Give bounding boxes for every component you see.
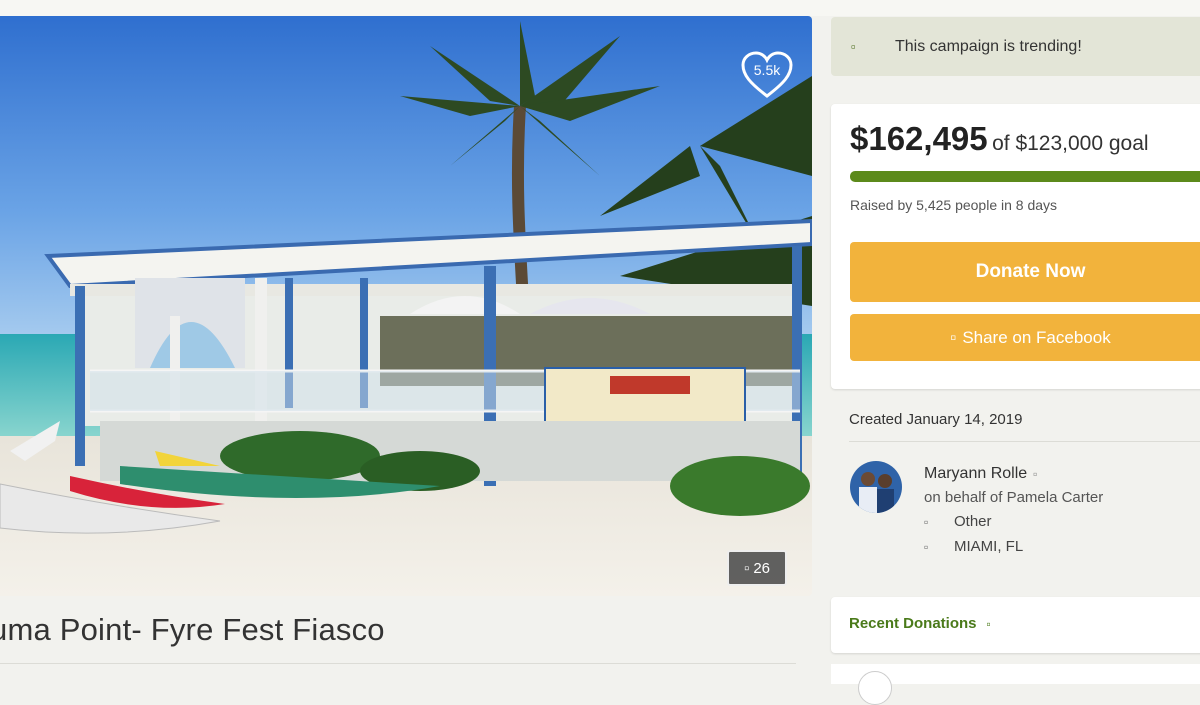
photo-gallery-button[interactable]: ▫ 26 [727,550,787,586]
organizer-name[interactable]: Maryann Rolle [924,465,1027,483]
recent-donations-title: Recent Donations [849,615,977,632]
campaign-photo[interactable]: 5.5k ▫ 26 [0,16,812,596]
trending-banner: ▫ This campaign is trending! [831,17,1200,76]
avatar-image [850,461,902,513]
progress-fill [850,171,1200,182]
campaign-title: uma Point- Fyre Fest Fiasco [0,612,385,647]
details-divider [849,441,1200,442]
top-strip [0,0,1200,16]
location-label: MIAMI, FL [954,538,1024,555]
amount-line: $162,495 of $123,000 goal [850,120,1149,158]
recent-donations-header[interactable]: Recent Donations ▫ [849,615,991,632]
map-pin-icon: ▫ [924,539,929,554]
favorite-count: 5.5k [753,62,781,78]
donor-avatar [858,671,892,705]
beach-bar-scene [0,16,812,596]
share-facebook-label: Share on Facebook [962,327,1111,347]
recent-donations-card: Recent Donations ▫ [831,597,1200,653]
favorite-button[interactable]: 5.5k [740,50,794,100]
trending-icon: ▫ [851,39,856,54]
organizer-name-row[interactable]: Maryann Rolle ▫ [924,465,1037,483]
facebook-icon: ▫ [950,327,957,347]
progress-bar [850,171,1200,182]
beneficiary-text: on behalf of Pamela Carter [924,489,1104,506]
created-date: Created January 14, 2019 [849,411,1023,428]
title-divider [0,663,796,664]
location-row: ▫ MIAMI, FL [924,538,1023,555]
donate-now-button[interactable]: Donate Now [850,242,1200,302]
category-label[interactable]: Other [954,513,992,530]
info-icon[interactable]: ▫ [987,617,991,631]
share-facebook-button[interactable]: ▫ Share on Facebook [850,314,1200,361]
organizer-avatar[interactable] [850,461,902,513]
contact-icon[interactable]: ▫ [1033,467,1037,481]
raised-amount: $162,495 [850,120,988,157]
tag-icon: ▫ [924,514,929,529]
camera-icon: ▫ [743,559,750,577]
category-row: ▫ Other [924,513,992,530]
trending-text: This campaign is trending! [895,37,1082,55]
photo-count-label: 26 [753,559,770,577]
raised-by-text: Raised by 5,425 people in 8 days [850,197,1058,213]
goal-amount: of $123,000 goal [992,132,1149,155]
donation-card: $162,495 of $123,000 goal Raised by 5,42… [831,104,1200,389]
